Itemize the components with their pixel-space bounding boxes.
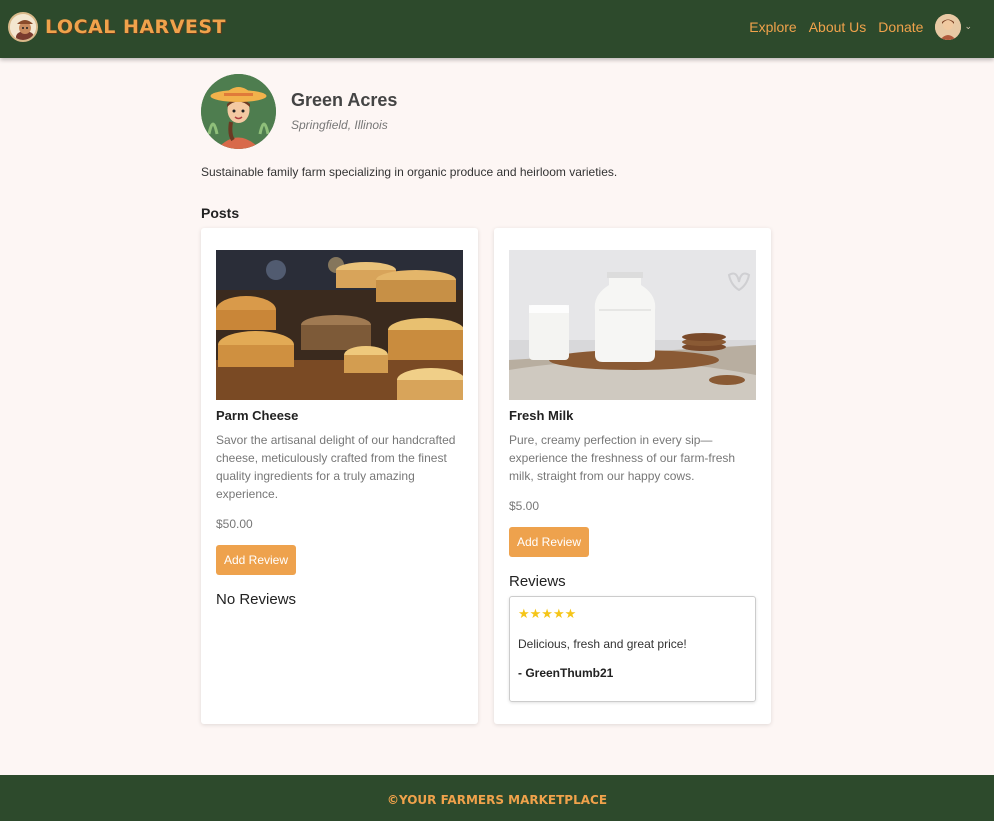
reviews-heading: No Reviews [216, 591, 297, 608]
nav-link-about-us[interactable]: About Us [809, 13, 867, 41]
reviews-heading: Reviews [509, 573, 566, 590]
brand-link[interactable]: LOCAL HARVEST [8, 10, 226, 44]
post-description: Pure, creamy perfection in every sip—exp… [509, 433, 736, 483]
footer-text: ©YOUR FARMERS MARKETPLACE [386, 793, 608, 807]
footer: ©YOUR FARMERS MARKETPLACE [0, 775, 994, 821]
brand-name: LOCAL HARVEST [45, 16, 227, 38]
review-card: ★★★★★ Delicious, fresh and great price! … [509, 596, 756, 702]
nav-link-donate[interactable]: Donate [878, 13, 923, 41]
post-card: Fresh Milk Pure, creamy perfection in ev… [494, 228, 771, 724]
nav-links: Explore About Us Donate ⌄ [737, 13, 972, 41]
farm-bio: Sustainable family farm specializing in … [201, 165, 618, 179]
cheese-image [216, 250, 463, 400]
farm-name: Green Acres [291, 90, 398, 110]
post-price: $50.00 [216, 517, 253, 531]
add-review-button[interactable]: Add Review [509, 527, 589, 557]
post-title: Fresh Milk [509, 408, 574, 423]
post-title: Parm Cheese [216, 408, 299, 423]
farm-avatar [201, 74, 276, 149]
milk-image [509, 250, 756, 400]
review-author: - GreenThumb21 [518, 666, 614, 680]
star-rating: ★★★★★ [518, 607, 577, 622]
review-text: Delicious, fresh and great price! [518, 637, 687, 651]
top-navbar: LOCAL HARVEST Explore About Us Donate ⌄ [0, 0, 994, 58]
nav-link-explore[interactable]: Explore [749, 13, 796, 41]
posts-heading: Posts [201, 205, 240, 221]
farm-location: Springfield, Illinois [291, 118, 388, 132]
post-price: $5.00 [509, 499, 540, 513]
user-avatar-icon[interactable] [935, 14, 962, 40]
farmer-logo-icon [8, 12, 38, 42]
post-card: Parm Cheese Savor the artisanal delight … [201, 228, 478, 724]
post-description: Savor the artisanal delight of our handc… [216, 433, 456, 501]
add-review-button[interactable]: Add Review [216, 545, 296, 575]
chevron-down-icon[interactable]: ⌄ [964, 22, 972, 32]
